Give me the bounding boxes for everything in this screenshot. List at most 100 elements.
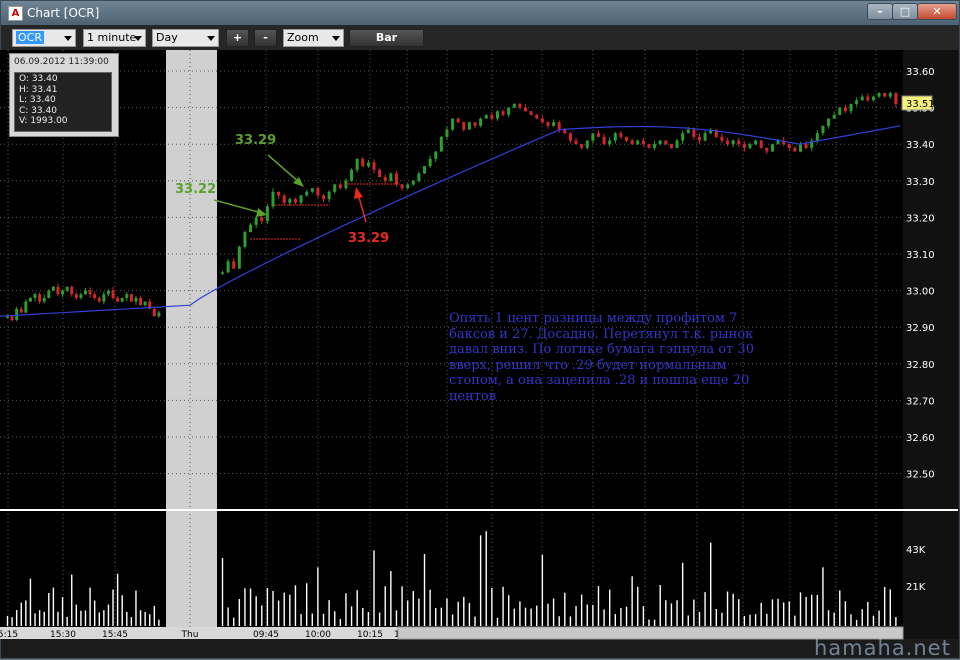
watermark: hamaha.net: [814, 636, 951, 660]
candle-body: [765, 147, 769, 152]
time-tick: 10:15: [357, 630, 383, 640]
candle-body: [776, 140, 780, 145]
annotation-33-29-green: 33.29: [235, 133, 276, 148]
candle-body: [79, 294, 83, 298]
price-tick: 33.30: [906, 177, 935, 188]
price-tick: 32.70: [906, 396, 935, 407]
candle-body: [871, 96, 875, 101]
time-tick: 5:15: [0, 630, 18, 640]
candle-body: [305, 191, 309, 196]
candle-body: [65, 286, 69, 291]
candle-body: [866, 96, 870, 101]
candle-body: [97, 297, 101, 302]
candle-body: [832, 114, 836, 119]
info-volume: V: 1993.00: [19, 116, 68, 127]
candle-body: [237, 246, 241, 269]
annotation-33-29-red: 33.29: [348, 231, 389, 246]
candle-body: [434, 151, 438, 159]
candle-body: [423, 166, 427, 174]
candle-body: [361, 158, 365, 167]
candle-body: [664, 140, 668, 145]
candle-body: [288, 199, 292, 203]
candle-body: [883, 92, 887, 97]
price-tick: 32.90: [906, 323, 935, 334]
candle-body: [226, 261, 230, 273]
candle-body: [641, 140, 645, 145]
candle-body: [849, 103, 853, 112]
candle-body: [838, 107, 842, 115]
time-tick: 09:45: [253, 630, 279, 640]
candle-body: [411, 180, 415, 185]
trade-note: Опять 1 цент разницы между профитом 7 ба…: [449, 311, 754, 404]
price-tick: 32.50: [906, 470, 935, 481]
candle-body: [327, 191, 331, 200]
candle-body: [462, 122, 466, 130]
candle-body: [56, 286, 60, 295]
candle-body: [770, 144, 774, 152]
candle-body: [473, 122, 477, 126]
candle-body: [613, 133, 617, 141]
candle-body: [552, 122, 556, 126]
candle-body: [116, 297, 120, 302]
candle-body: [877, 92, 881, 97]
candle-body: [389, 173, 393, 181]
candle-body: [129, 294, 133, 302]
candle-body: [686, 129, 690, 134]
candle-body: [350, 169, 354, 181]
candle-body: [322, 195, 326, 200]
candle-body: [518, 103, 522, 108]
candle-body: [608, 140, 612, 145]
candle-body: [720, 136, 724, 141]
candle-body: [815, 133, 819, 141]
candle-body: [619, 133, 623, 137]
candle-body: [61, 290, 65, 295]
candle-body: [277, 191, 281, 196]
candle-body: [692, 129, 696, 137]
candle-body: [574, 140, 578, 145]
candle-body: [282, 195, 286, 203]
candle-body: [546, 122, 550, 126]
candle-body: [827, 118, 831, 126]
info-lines: O: 33.40 H: 33.41 L: 33.40 C: 33.40 V: 1…: [14, 72, 112, 132]
candle-body: [15, 308, 19, 320]
candle-body: [658, 140, 662, 145]
candle-body: [265, 206, 269, 222]
candle-body: [675, 140, 679, 148]
info-high: H: 33.41: [19, 84, 58, 95]
candle-body: [787, 144, 791, 148]
candle-body: [636, 140, 640, 145]
candle-body: [88, 290, 92, 295]
candle-body: [524, 107, 528, 112]
candle-body: [93, 294, 97, 298]
candle-body: [47, 290, 51, 298]
candle-body: [456, 118, 460, 123]
volume-tick: 43K: [906, 545, 926, 556]
candle-body: [557, 122, 561, 130]
candle-body: [580, 144, 584, 148]
time-tick: 15:45: [102, 630, 128, 640]
info-timestamp: 06.09.2012 11:39:00: [14, 57, 109, 67]
candle-body: [355, 158, 359, 170]
candle-body: [378, 169, 382, 178]
candle-body: [439, 136, 443, 152]
candle-body: [653, 144, 657, 148]
candle-body: [383, 177, 387, 181]
candle-body: [293, 199, 297, 203]
candle-body: [703, 133, 707, 141]
candle-body: [731, 140, 735, 145]
candle-body: [793, 147, 797, 152]
candle-body: [888, 92, 892, 97]
time-tick: 15:30: [50, 630, 76, 640]
candle-body: [102, 294, 106, 302]
candle-body: [563, 129, 567, 134]
candle-body: [804, 144, 808, 148]
candle-body: [394, 173, 398, 185]
price-tick: 33.10: [906, 250, 935, 261]
time-tick: 10:00: [305, 630, 331, 640]
candle-body: [754, 140, 758, 145]
candle-body: [51, 286, 55, 291]
price-tick: 33.20: [906, 213, 935, 224]
candle-body: [111, 290, 115, 298]
candle-body: [445, 129, 449, 137]
candle-body: [152, 308, 156, 317]
